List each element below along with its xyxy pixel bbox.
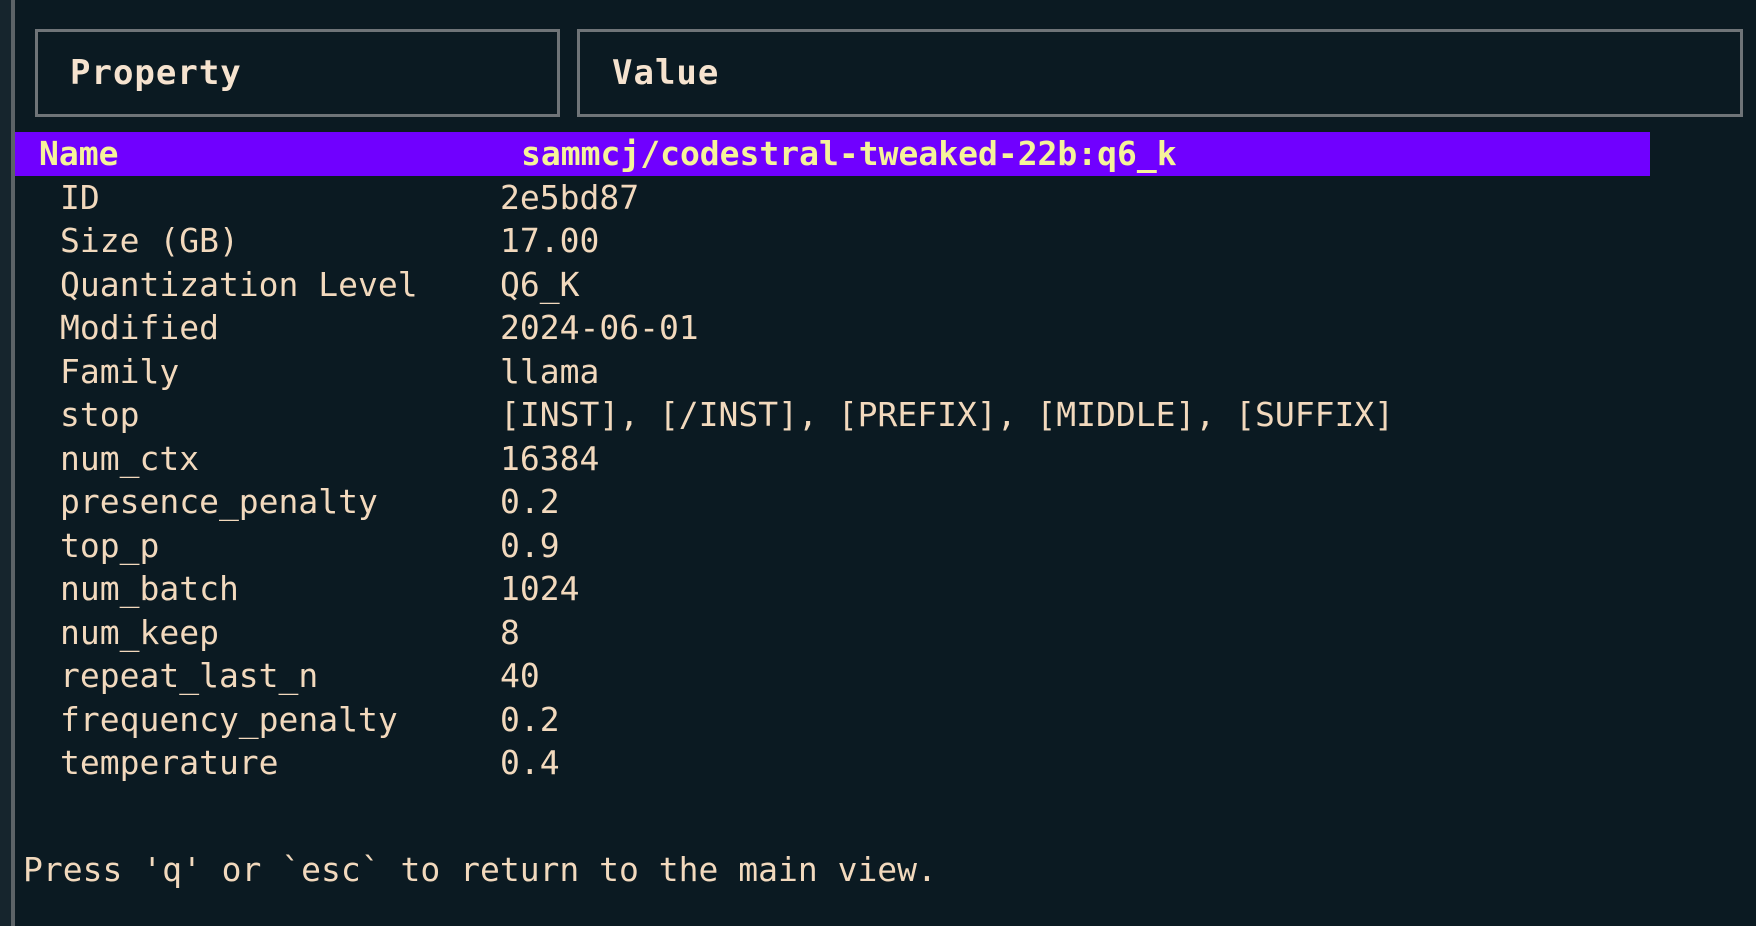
table-row[interactable]: Family llama — [15, 350, 1741, 394]
table-row[interactable]: temperature 0.4 — [15, 741, 1741, 785]
cell-property: Family — [60, 351, 180, 391]
cell-property: ID — [60, 177, 100, 217]
table-row[interactable]: repeat_last_n 40 — [15, 654, 1741, 698]
table-row[interactable]: ID 2e5bd87 — [15, 176, 1741, 220]
column-header-value-label: Value — [612, 53, 720, 93]
table-row[interactable]: Quantization Level Q6_K — [15, 263, 1741, 307]
cell-property: temperature — [60, 743, 279, 783]
table-row[interactable]: num_keep 8 — [15, 611, 1741, 655]
cell-property: Quantization Level — [60, 264, 418, 304]
cell-property: Size (GB) — [60, 221, 239, 261]
cell-property: repeat_last_n — [60, 656, 319, 696]
cell-value: [INST], [/INST], [PREFIX], [MIDDLE], [SU… — [500, 395, 1395, 435]
table-header: Property Value — [15, 29, 1743, 119]
table-row[interactable]: frequency_penalty 0.2 — [15, 698, 1741, 742]
cell-value: 17.00 — [500, 221, 600, 261]
cell-property: num_batch — [60, 569, 239, 609]
footer-hint: Press 'q' or `esc` to return to the main… — [23, 850, 937, 889]
cell-value: 2024-06-01 — [500, 308, 699, 348]
cell-property: presence_penalty — [60, 482, 378, 522]
cell-value: 0.4 — [500, 743, 560, 783]
table-row[interactable]: stop [INST], [/INST], [PREFIX], [MIDDLE],… — [15, 393, 1741, 437]
table-row[interactable]: top_p 0.9 — [15, 524, 1741, 568]
table-row[interactable]: num_batch 1024 — [15, 567, 1741, 611]
table-row[interactable]: presence_penalty 0.2 — [15, 480, 1741, 524]
cell-value: 40 — [500, 656, 540, 696]
table-row[interactable]: Size (GB) 17.00 — [15, 219, 1741, 263]
cell-property: Name — [39, 134, 119, 174]
column-header-value[interactable]: Value — [577, 29, 1743, 117]
cell-value: 2e5bd87 — [500, 177, 640, 217]
cell-value: 0.9 — [500, 525, 560, 565]
column-header-property-label: Property — [70, 53, 242, 93]
cell-property: Modified — [60, 308, 219, 348]
cell-property: frequency_penalty — [60, 699, 398, 739]
left-gutter — [0, 0, 11, 926]
table-row[interactable]: num_ctx 16384 — [15, 437, 1741, 481]
cell-value: sammcj/codestral-tweaked-22b:q6_k — [521, 134, 1177, 174]
cell-property: num_ctx — [60, 438, 200, 478]
cell-value: 0.2 — [500, 699, 560, 739]
cell-property: top_p — [60, 525, 160, 565]
cell-value: 0.2 — [500, 482, 560, 522]
cell-property: num_keep — [60, 612, 219, 652]
table-row[interactable]: Name sammcj/codestral-tweaked-22b:q6_k — [15, 132, 1650, 176]
table-row[interactable]: Modified 2024-06-01 — [15, 306, 1741, 350]
column-header-property[interactable]: Property — [35, 29, 560, 117]
cell-value: llama — [500, 351, 600, 391]
cell-value: Q6_K — [500, 264, 580, 304]
cell-value: 1024 — [500, 569, 580, 609]
table-body: Name sammcj/codestral-tweaked-22b:q6_k ID 2… — [15, 132, 1741, 785]
cell-value: 8 — [500, 612, 520, 652]
model-details-panel: Property Value Name sammcj/codestral-twea… — [15, 0, 1756, 926]
terminal-screen: Property Value Name sammcj/codestral-twea… — [0, 0, 1756, 926]
cell-value: 16384 — [500, 438, 600, 478]
cell-property: stop — [60, 395, 140, 435]
